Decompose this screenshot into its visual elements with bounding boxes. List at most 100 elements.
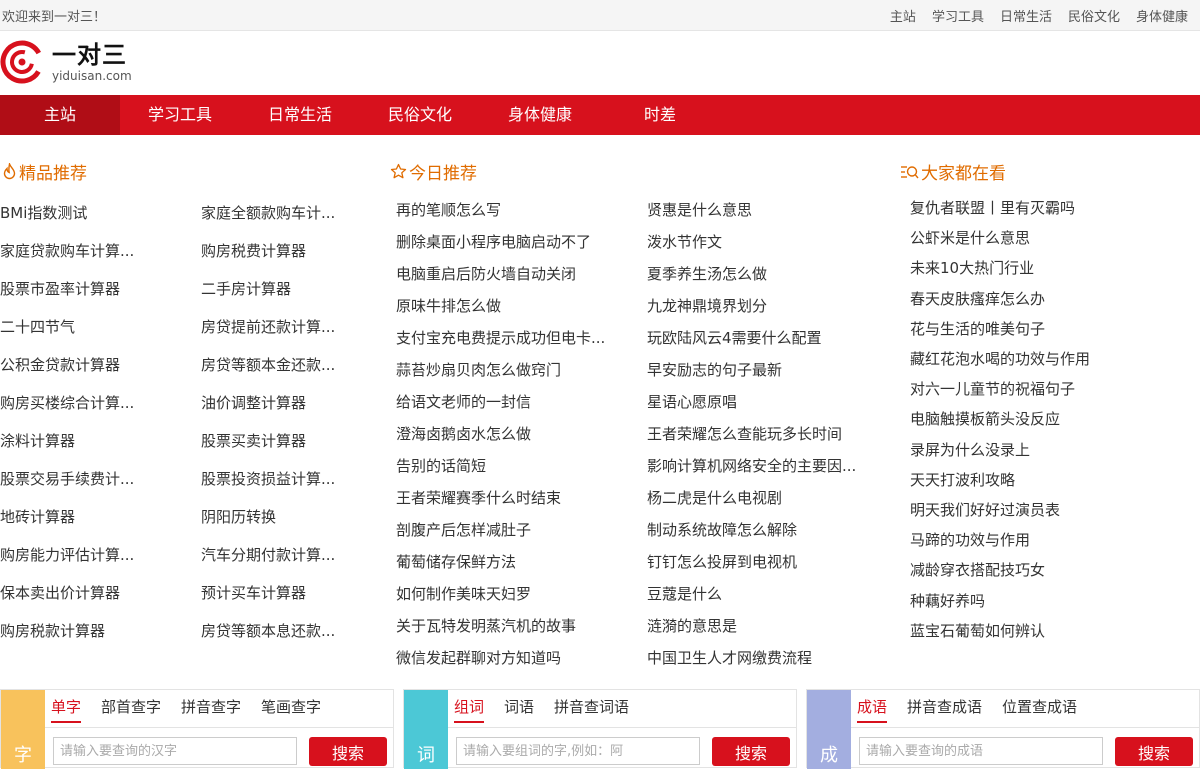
- featured-link[interactable]: 二十四节气: [0, 316, 75, 337]
- word-search-tab[interactable]: 组词: [454, 696, 485, 723]
- today-link[interactable]: 澄海卤鹅卤水怎么做: [396, 423, 531, 444]
- today-link[interactable]: 早安励志的句子最新: [647, 359, 782, 380]
- top-links: 主站 学习工具 日常生活 民俗文化 身体健康: [874, 6, 1200, 25]
- featured-link[interactable]: 购房税费计算器: [201, 240, 306, 261]
- today-link[interactable]: 告别的话简短: [396, 455, 486, 476]
- featured-link[interactable]: 购房能力评估计算...: [0, 544, 134, 565]
- today-link[interactable]: 葡萄储存保鲜方法: [396, 551, 516, 572]
- popular-link[interactable]: 马蹄的功效与作用: [910, 529, 1030, 550]
- today-link[interactable]: 王者荣耀怎么查能玩多长时间: [647, 423, 842, 444]
- today-link[interactable]: 关于瓦特发明蒸汽机的故事: [396, 615, 576, 636]
- featured-link[interactable]: 股票市盈率计算器: [0, 278, 120, 299]
- featured-link[interactable]: 油价调整计算器: [201, 392, 306, 413]
- idiom-search-tab[interactable]: 拼音查成语: [907, 696, 982, 723]
- featured-link[interactable]: 公积金贷款计算器: [0, 354, 120, 375]
- featured-link[interactable]: 股票买卖计算器: [201, 430, 306, 451]
- popular-link[interactable]: 公虾米是什么意思: [910, 227, 1030, 248]
- idiom-search-input[interactable]: [859, 737, 1103, 765]
- today-link[interactable]: 电脑重启后防火墙自动关闭: [396, 263, 576, 284]
- idiom-search-tab[interactable]: 位置查成语: [1002, 696, 1077, 723]
- top-bar: 欢迎来到一对三！ 主站 学习工具 日常生活 民俗文化 身体健康: [0, 0, 1200, 31]
- today-link[interactable]: 支付宝充电费提示成功但电卡...: [396, 327, 605, 348]
- popular-link[interactable]: 录屏为什么没录上: [910, 439, 1030, 460]
- today-link[interactable]: 涟漪的意思是: [647, 615, 737, 636]
- today-link[interactable]: 原味牛排怎么做: [396, 295, 501, 316]
- character-search-button[interactable]: 搜索: [309, 737, 387, 766]
- nav-item-study-tools[interactable]: 学习工具: [120, 95, 240, 135]
- idiom-search-button[interactable]: 搜索: [1115, 737, 1193, 766]
- popular-link[interactable]: 种藕好养吗: [910, 590, 985, 611]
- popular-link[interactable]: 复仇者联盟丨里有灭霸吗: [910, 197, 1075, 218]
- character-search-tab[interactable]: 单字: [51, 696, 82, 723]
- top-link-main[interactable]: 主站: [890, 6, 916, 25]
- featured-link[interactable]: 股票投资损益计算...: [201, 468, 335, 489]
- today-link[interactable]: 杨二虎是什么电视剧: [647, 487, 782, 508]
- idiom-search-box: 成成语拼音查成语位置查成语搜索: [806, 689, 1200, 769]
- word-search-input[interactable]: [456, 737, 700, 765]
- today-link[interactable]: 中国卫生人才网缴费流程: [647, 647, 812, 668]
- nav-item-main[interactable]: 主站: [0, 95, 120, 135]
- word-search-tab[interactable]: 词语: [504, 696, 534, 723]
- popular-link[interactable]: 花与生活的唯美句子: [910, 318, 1045, 339]
- top-link-daily-life[interactable]: 日常生活: [1000, 6, 1052, 25]
- top-link-study-tools[interactable]: 学习工具: [932, 6, 984, 25]
- nav-item-health[interactable]: 身体健康: [480, 95, 600, 135]
- site-logo[interactable]: 一对三 yiduisan.com: [0, 40, 132, 84]
- today-link[interactable]: 影响计算机网络安全的主要因...: [647, 455, 856, 476]
- popular-link[interactable]: 未来10大热门行业: [910, 257, 1034, 278]
- popular-link[interactable]: 减龄穿衣搭配技巧女: [910, 559, 1045, 580]
- today-link[interactable]: 微信发起群聊对方知道吗: [396, 647, 561, 668]
- featured-link[interactable]: BMi指数测试: [0, 202, 87, 223]
- popular-link[interactable]: 明天我们好好过演员表: [910, 499, 1060, 520]
- today-link[interactable]: 给语文老师的一封信: [396, 391, 531, 412]
- featured-link[interactable]: 房贷提前还款计算...: [201, 316, 335, 337]
- featured-link[interactable]: 家庭贷款购车计算...: [0, 240, 134, 261]
- popular-link[interactable]: 蓝宝石葡萄如何辨认: [910, 620, 1045, 641]
- today-link[interactable]: 玩欧陆风云4需要什么配置: [647, 327, 822, 348]
- today-link[interactable]: 删除桌面小程序电脑启动不了: [396, 231, 591, 252]
- today-link[interactable]: 贤惠是什么意思: [647, 199, 752, 220]
- featured-link[interactable]: 阴阳历转换: [201, 506, 276, 527]
- featured-link[interactable]: 购房税款计算器: [0, 620, 105, 641]
- today-link[interactable]: 蒜苔炒扇贝肉怎么做窍门: [396, 359, 561, 380]
- featured-link[interactable]: 涂料计算器: [0, 430, 75, 451]
- today-link[interactable]: 泼水节作文: [647, 231, 722, 252]
- featured-link[interactable]: 地砖计算器: [0, 506, 75, 527]
- featured-link[interactable]: 房贷等额本金还款...: [201, 354, 335, 375]
- today-link[interactable]: 钉钉怎么投屏到电视机: [647, 551, 797, 572]
- featured-link[interactable]: 股票交易手续费计...: [0, 468, 134, 489]
- nav-item-folk-culture[interactable]: 民俗文化: [360, 95, 480, 135]
- featured-link[interactable]: 汽车分期付款计算...: [201, 544, 335, 565]
- today-link[interactable]: 如何制作美味天妇罗: [396, 583, 531, 604]
- today-link[interactable]: 夏季养生汤怎么做: [647, 263, 767, 284]
- popular-link[interactable]: 电脑触摸板箭头没反应: [910, 408, 1060, 429]
- featured-link[interactable]: 预计买车计算器: [201, 582, 306, 603]
- popular-link[interactable]: 天天打波利攻略: [910, 469, 1015, 490]
- nav-item-time-difference[interactable]: 时差: [600, 95, 720, 135]
- character-search-tab[interactable]: 部首查字: [101, 696, 161, 723]
- idiom-search-tab[interactable]: 成语: [857, 696, 888, 723]
- today-link[interactable]: 星语心愿原唱: [647, 391, 737, 412]
- character-search-tab[interactable]: 笔画查字: [261, 696, 321, 723]
- featured-link[interactable]: 保本卖出价计算器: [0, 582, 120, 603]
- featured-link[interactable]: 房贷等额本息还款...: [201, 620, 335, 641]
- popular-link[interactable]: 春天皮肤瘙痒怎么办: [910, 288, 1045, 309]
- character-search-tab[interactable]: 拼音查字: [181, 696, 241, 723]
- today-link[interactable]: 豆蔻是什么: [647, 583, 722, 604]
- today-link[interactable]: 制动系统故障怎么解除: [647, 519, 797, 540]
- top-link-health[interactable]: 身体健康: [1136, 6, 1188, 25]
- featured-link[interactable]: 家庭全额款购车计...: [201, 202, 335, 223]
- nav-item-daily-life[interactable]: 日常生活: [240, 95, 360, 135]
- featured-link[interactable]: 二手房计算器: [201, 278, 291, 299]
- character-search-input[interactable]: [53, 737, 297, 765]
- featured-link[interactable]: 购房买楼综合计算...: [0, 392, 134, 413]
- today-link[interactable]: 九龙神鼎境界划分: [647, 295, 767, 316]
- word-search-button[interactable]: 搜索: [712, 737, 790, 766]
- today-link[interactable]: 剖腹产后怎样减肚子: [396, 519, 531, 540]
- popular-link[interactable]: 藏红花泡水喝的功效与作用: [910, 348, 1090, 369]
- popular-link[interactable]: 对六一儿童节的祝福句子: [910, 378, 1075, 399]
- today-link[interactable]: 王者荣耀赛季什么时结束: [396, 487, 561, 508]
- word-search-tab[interactable]: 拼音查词语: [554, 696, 629, 723]
- top-link-folk-culture[interactable]: 民俗文化: [1068, 6, 1120, 25]
- today-link[interactable]: 再的笔顺怎么写: [396, 199, 501, 220]
